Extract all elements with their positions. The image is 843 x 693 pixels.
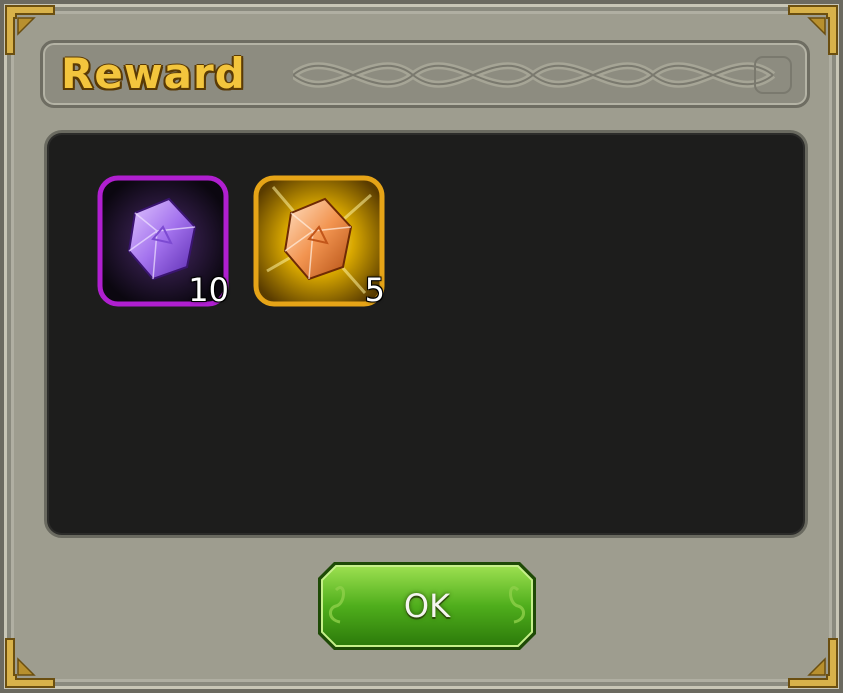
corner-ornament xyxy=(4,637,56,689)
ok-button[interactable]: OK xyxy=(316,560,538,652)
reward-list-panel: 10 5 xyxy=(44,130,808,538)
reward-count: 10 xyxy=(188,271,229,309)
reward-item-purple-gem[interactable]: 10 xyxy=(97,175,229,309)
title-bar: Reward xyxy=(40,40,810,108)
dialog-title: Reward xyxy=(61,49,246,98)
reward-count: 5 xyxy=(364,271,385,309)
reward-item-orange-gem[interactable]: 5 xyxy=(253,175,385,309)
reward-dialog: Reward 10 5 OK xyxy=(0,0,843,693)
ok-button-label: OK xyxy=(403,587,451,625)
corner-ornament xyxy=(787,637,839,689)
celtic-knot-ornament xyxy=(293,56,792,94)
